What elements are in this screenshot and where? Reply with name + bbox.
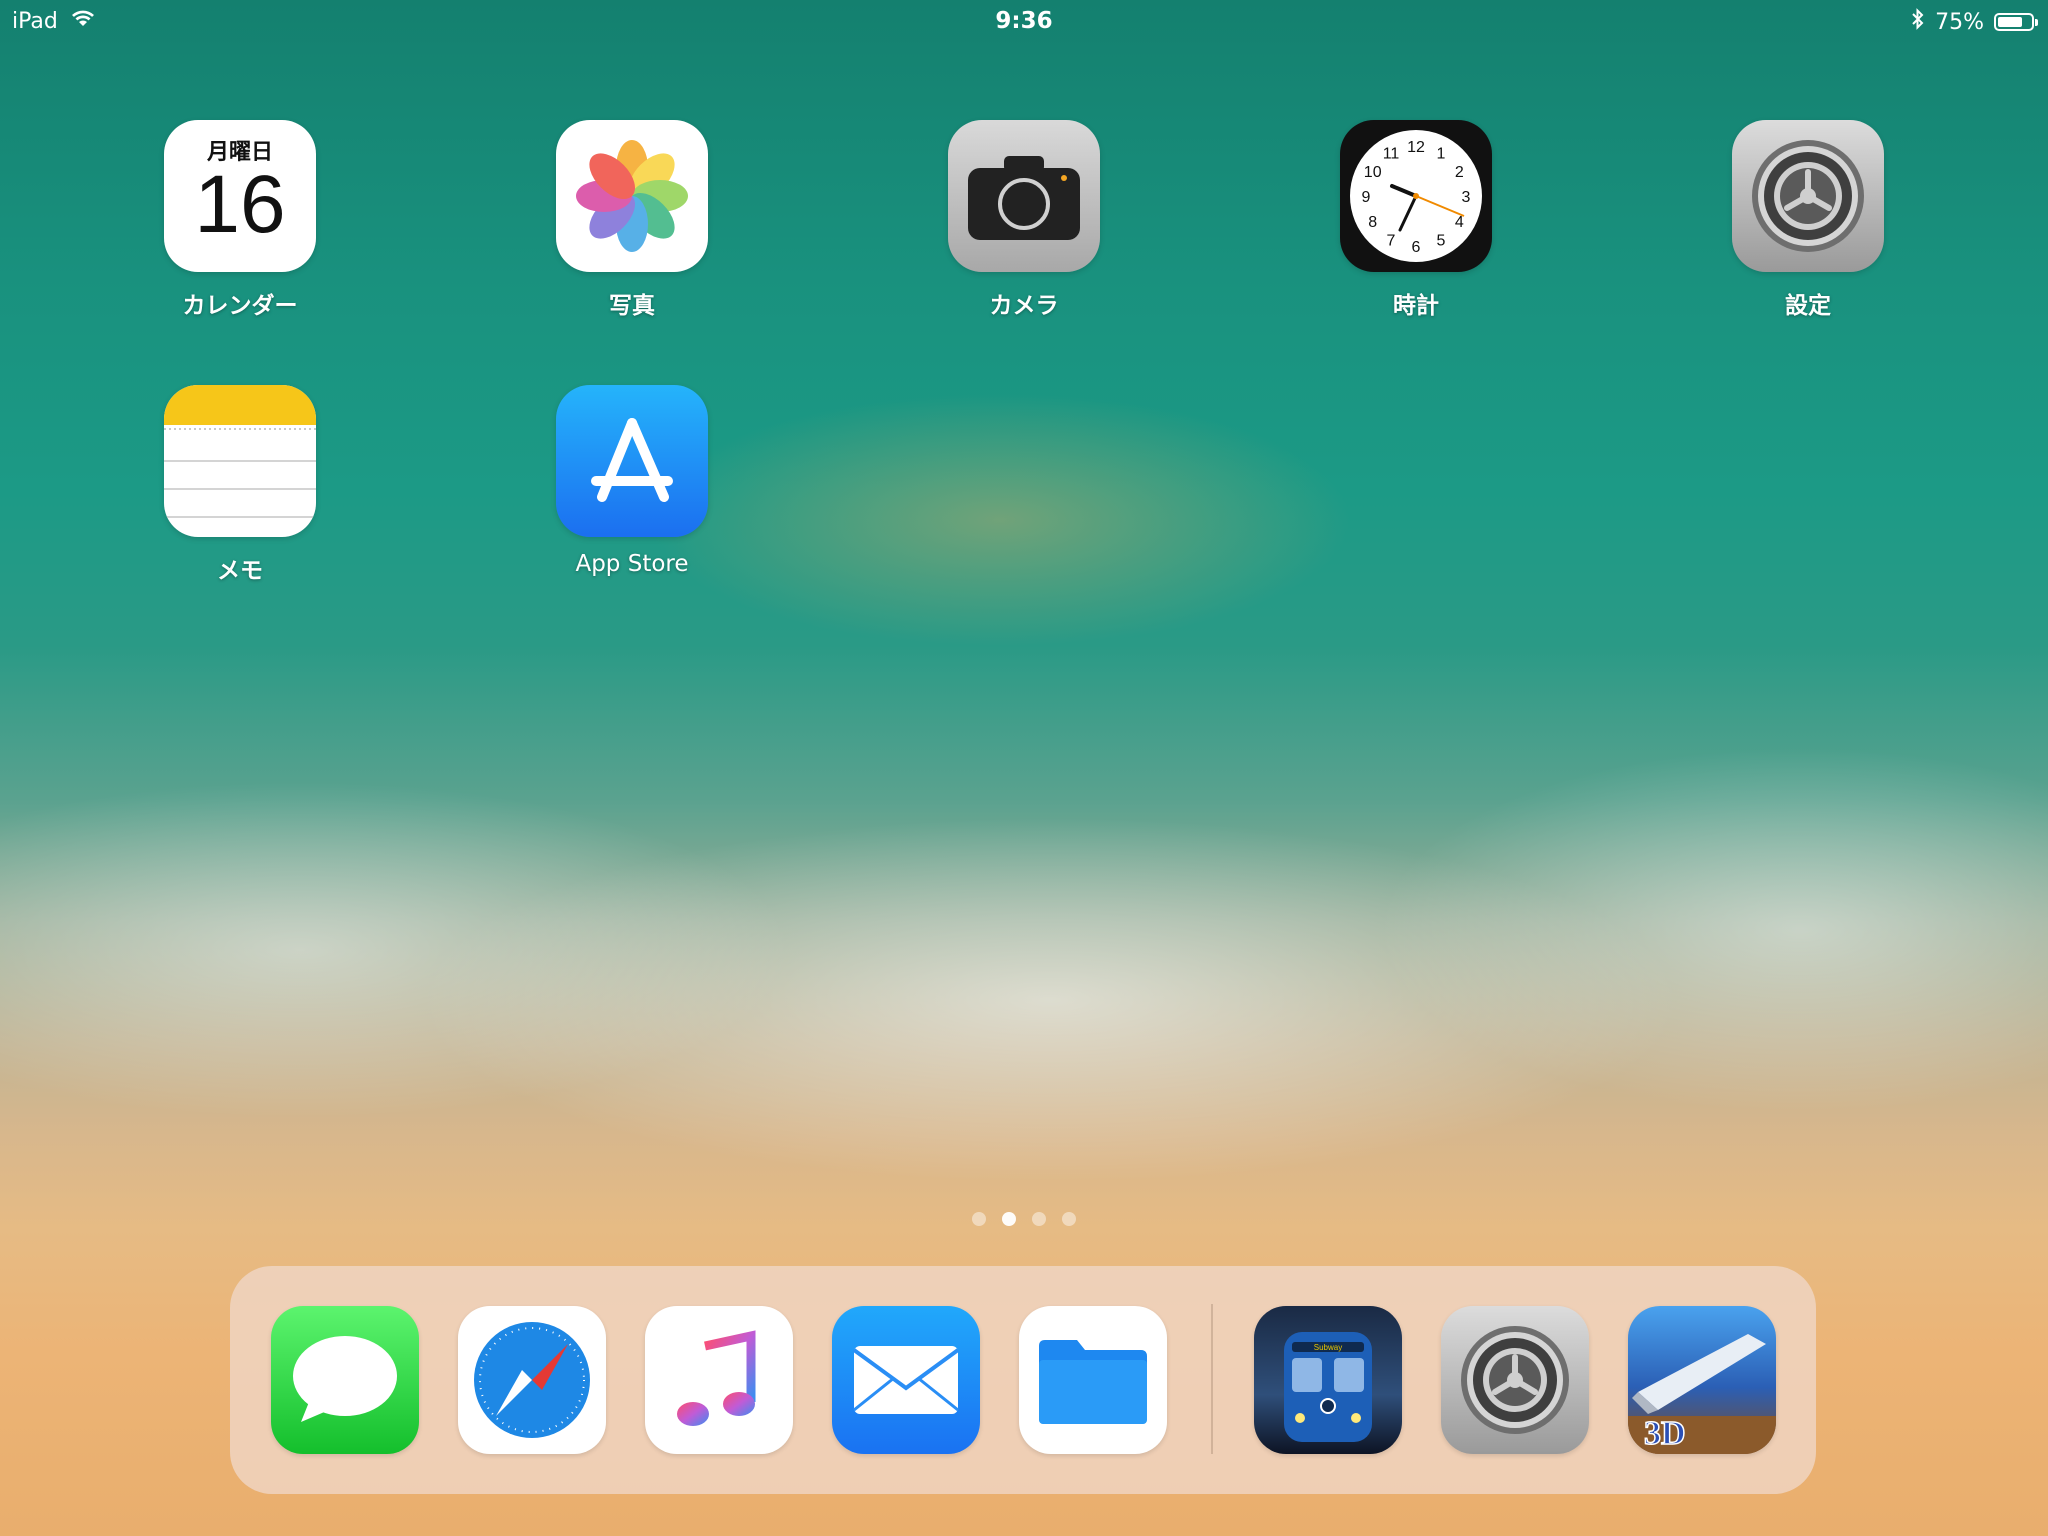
app-camera[interactable]: カメラ [914, 120, 1134, 320]
home-screen: iPad 9:36 75% 月曜日 16 カレンダー 写真 カメラ 12 1 2… [0, 0, 2048, 1536]
calendar-day: 16 [194, 159, 286, 250]
app-store-icon[interactable] [556, 385, 708, 537]
notes-icon[interactable] [164, 385, 316, 537]
battery-icon [1994, 13, 2038, 31]
app-label: 時計 [1393, 293, 1439, 319]
files-icon[interactable] [1019, 1306, 1167, 1454]
music-icon[interactable] [645, 1306, 793, 1454]
page-dot[interactable] [1002, 1212, 1016, 1226]
train-3d-icon[interactable]: 3D [1628, 1306, 1776, 1454]
app-label: カメラ [989, 293, 1059, 319]
page-dot[interactable] [972, 1212, 986, 1226]
clock-number: 10 [1364, 164, 1382, 181]
clock-number: 3 [1462, 189, 1471, 206]
status-time: 9:36 [995, 8, 1053, 34]
clock-number: 5 [1437, 232, 1446, 249]
app-photos[interactable]: 写真 [522, 120, 742, 320]
settings-gear-icon[interactable] [1441, 1306, 1589, 1454]
subway-sign-text: Subway [1314, 1343, 1342, 1352]
page-dot[interactable] [1032, 1212, 1046, 1226]
battery-percent: 75% [1935, 9, 1984, 35]
app-label: カレンダー [182, 293, 298, 319]
dock-divider [1211, 1304, 1213, 1454]
clock-number: 9 [1362, 189, 1371, 206]
clock-number: 8 [1368, 214, 1377, 231]
clock-number: 11 [1383, 146, 1400, 163]
clock-number: 1 [1437, 146, 1446, 163]
page-dot[interactable] [1062, 1212, 1076, 1226]
train-3d-badge: 3D [1644, 1415, 1686, 1452]
battery-level [1998, 17, 2022, 27]
clock-number: 6 [1412, 239, 1421, 256]
status-right: 75% [1911, 8, 2038, 36]
app-label: 設定 [1785, 293, 1831, 319]
camera-icon[interactable] [948, 120, 1100, 272]
app-label: 写真 [609, 293, 655, 319]
bluetooth-icon [1911, 8, 1925, 36]
clock-number: 4 [1455, 214, 1464, 231]
app-label: メモ [217, 558, 263, 584]
clock-number: 12 [1407, 139, 1425, 156]
app-settings[interactable]: 設定 [1698, 120, 1918, 320]
app-notes[interactable]: メモ [130, 385, 350, 585]
status-bar: iPad 9:36 75% [0, 0, 2048, 40]
safari-icon[interactable] [458, 1306, 606, 1454]
mail-icon[interactable] [832, 1306, 980, 1454]
subway-game-icon[interactable]: Subway [1254, 1306, 1402, 1454]
messages-icon[interactable] [271, 1306, 419, 1454]
clock-number: 2 [1455, 164, 1464, 181]
app-app-store[interactable]: App Store [522, 385, 742, 577]
calendar-icon[interactable]: 月曜日 16 [164, 120, 316, 272]
dock: Subway 3D [230, 1266, 1816, 1494]
app-calendar[interactable]: 月曜日 16 カレンダー [130, 120, 350, 320]
app-clock[interactable]: 12 1 2 3 4 5 6 7 8 9 10 11 時計 [1306, 120, 1526, 320]
clock-icon[interactable]: 12 1 2 3 4 5 6 7 8 9 10 11 [1340, 120, 1492, 272]
settings-gear-icon[interactable] [1732, 120, 1884, 272]
app-label: App Store [575, 551, 689, 577]
clock-number: 7 [1387, 232, 1396, 249]
photos-icon[interactable] [556, 120, 708, 272]
page-indicator[interactable] [0, 1212, 2048, 1226]
